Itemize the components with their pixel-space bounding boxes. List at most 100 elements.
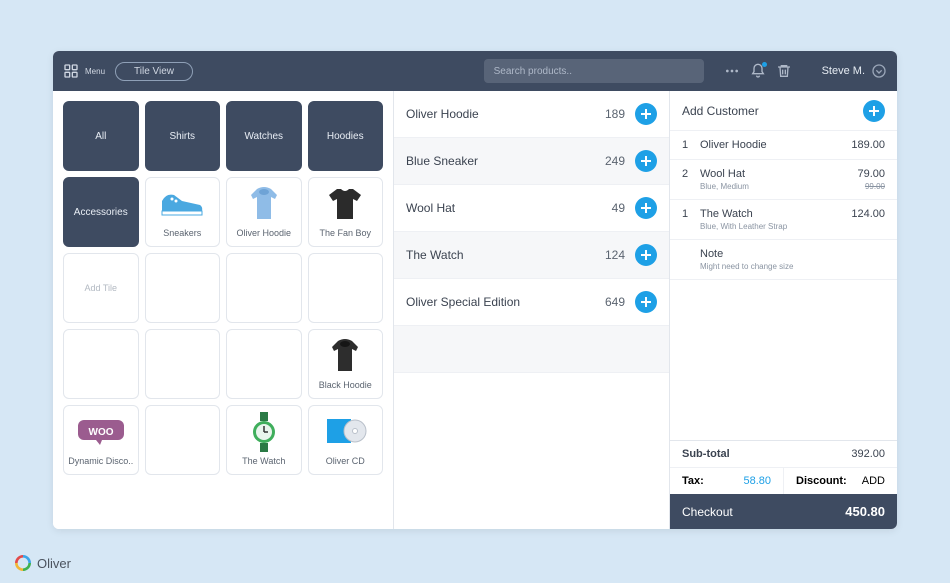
add-tile-button[interactable]: Add Tile xyxy=(63,253,139,323)
product-list: Oliver Hoodie 189 Blue Sneaker 249 Wool … xyxy=(393,91,669,529)
more-icon[interactable] xyxy=(724,63,740,79)
cart-item-name: Oliver Hoodie xyxy=(700,139,843,151)
plus-icon xyxy=(640,108,652,120)
product-row-empty xyxy=(394,326,669,373)
category-tile-accessories[interactable]: Accessories xyxy=(63,177,139,247)
plus-icon xyxy=(640,202,652,214)
user-menu[interactable]: Steve M. xyxy=(822,63,887,79)
menu-button[interactable]: Menu xyxy=(63,63,105,79)
note-title: Note xyxy=(700,248,885,260)
product-tile-oliver-cd[interactable]: Oliver CD xyxy=(308,405,384,475)
sneaker-icon xyxy=(160,189,204,219)
product-row[interactable]: Oliver Special Edition 649 xyxy=(394,279,669,326)
add-to-cart-button[interactable] xyxy=(635,244,657,266)
cart-item-price: 189.00 xyxy=(851,139,885,151)
user-name: Steve M. xyxy=(822,65,865,77)
category-tile-hoodies[interactable]: Hoodies xyxy=(308,101,384,171)
plus-icon xyxy=(640,249,652,261)
svg-text:WOO: WOO xyxy=(88,427,113,438)
cart-item-price: 79.00 xyxy=(857,168,885,180)
product-price: 249 xyxy=(605,154,625,168)
discount-label: Discount: xyxy=(796,475,847,487)
add-customer-button[interactable]: Add Customer xyxy=(670,91,897,131)
tax-value: 58.80 xyxy=(743,475,771,487)
discount-field[interactable]: Discount: ADD xyxy=(783,468,897,494)
menu-icon xyxy=(63,63,79,79)
cd-icon xyxy=(323,415,367,449)
product-row[interactable]: The Watch 124 xyxy=(394,232,669,279)
product-price: 49 xyxy=(612,201,625,215)
product-price: 649 xyxy=(605,295,625,309)
cart-item-name: The Watch xyxy=(700,208,843,220)
product-row[interactable]: Oliver Hoodie 189 xyxy=(394,91,669,138)
hoodie-icon xyxy=(326,337,364,375)
product-tile-black-hoodie[interactable]: Black Hoodie xyxy=(308,329,384,399)
hoodie-icon xyxy=(245,185,283,223)
product-row[interactable]: Blue Sneaker 249 xyxy=(394,138,669,185)
subtotal-value: 392.00 xyxy=(851,448,885,460)
cart-item-name: Wool Hat xyxy=(700,168,849,180)
checkout-label: Checkout xyxy=(682,505,845,519)
empty-tile[interactable] xyxy=(145,329,221,399)
empty-tile[interactable] xyxy=(226,253,302,323)
category-tile-shirts[interactable]: Shirts xyxy=(145,101,221,171)
cart-qty: 1 xyxy=(682,139,692,151)
product-name: Wool Hat xyxy=(406,201,612,215)
tile-view-button[interactable]: Tile View xyxy=(115,62,193,81)
cart-item[interactable]: 1 Oliver Hoodie 189.00 xyxy=(670,131,897,160)
search-input[interactable] xyxy=(484,59,704,83)
cart-items: 1 Oliver Hoodie 189.00 2 Wool Hat Blue, … xyxy=(670,131,897,440)
checkout-total: 450.80 xyxy=(845,504,885,519)
discount-add: ADD xyxy=(862,475,885,487)
product-price: 189 xyxy=(605,107,625,121)
cart-note[interactable]: Note Might need to change size xyxy=(670,240,897,280)
empty-tile[interactable] xyxy=(63,329,139,399)
brand-logo-icon xyxy=(15,555,31,571)
subtotal-label: Sub-total xyxy=(682,448,851,460)
empty-tile[interactable] xyxy=(308,253,384,323)
tax-field[interactable]: Tax: 58.80 xyxy=(670,468,783,494)
add-customer-label: Add Customer xyxy=(682,104,863,118)
add-to-cart-button[interactable] xyxy=(635,291,657,313)
cart-item[interactable]: 1 The Watch Blue, With Leather Strap 124… xyxy=(670,200,897,240)
cart-item-variant: Blue, Medium xyxy=(700,182,849,191)
add-to-cart-button[interactable] xyxy=(635,103,657,125)
product-name: Oliver Hoodie xyxy=(406,107,605,121)
tax-label: Tax: xyxy=(682,475,704,487)
cart-qty: 2 xyxy=(682,168,692,191)
product-name: Oliver Special Edition xyxy=(406,295,605,309)
plus-icon xyxy=(640,296,652,308)
add-to-cart-button[interactable] xyxy=(635,197,657,219)
product-tile-fan-boy[interactable]: The Fan Boy xyxy=(308,177,384,247)
checkout-button[interactable]: Checkout 450.80 xyxy=(670,494,897,529)
plus-icon xyxy=(868,105,880,117)
trash-icon[interactable] xyxy=(776,63,792,79)
cart-item[interactable]: 2 Wool Hat Blue, Medium 79.00 99.00 xyxy=(670,160,897,200)
cart-totals: Sub-total 392.00 Tax: 58.80 Discount: AD… xyxy=(670,440,897,529)
empty-tile[interactable] xyxy=(145,405,221,475)
product-tile-dynamic-disco[interactable]: WOO Dynamic Disco.. xyxy=(63,405,139,475)
notification-dot xyxy=(762,62,767,67)
cart-qty: 1 xyxy=(682,208,692,231)
category-tile-watches[interactable]: Watches xyxy=(226,101,302,171)
brand-footer: Oliver xyxy=(15,555,71,571)
subtotal-row: Sub-total 392.00 xyxy=(670,441,897,467)
empty-tile[interactable] xyxy=(226,329,302,399)
add-to-cart-button[interactable] xyxy=(635,150,657,172)
app-window: Menu Tile View Steve M. All Shirts Watch… xyxy=(53,51,897,529)
category-tile-all[interactable]: All xyxy=(63,101,139,171)
brand-name: Oliver xyxy=(37,556,71,571)
empty-tile[interactable] xyxy=(145,253,221,323)
top-bar: Menu Tile View Steve M. xyxy=(53,51,897,91)
product-row[interactable]: Wool Hat 49 xyxy=(394,185,669,232)
product-name: The Watch xyxy=(406,248,605,262)
top-right-icons xyxy=(724,63,792,79)
product-tile-sneakers[interactable]: Sneakers xyxy=(145,177,221,247)
chevron-down-icon xyxy=(871,63,887,79)
watch-icon xyxy=(251,412,277,452)
product-tile-oliver-hoodie[interactable]: Oliver Hoodie xyxy=(226,177,302,247)
product-name: Blue Sneaker xyxy=(406,154,605,168)
notification-icon[interactable] xyxy=(750,63,766,79)
add-customer-plus[interactable] xyxy=(863,100,885,122)
product-tile-the-watch[interactable]: The Watch xyxy=(226,405,302,475)
